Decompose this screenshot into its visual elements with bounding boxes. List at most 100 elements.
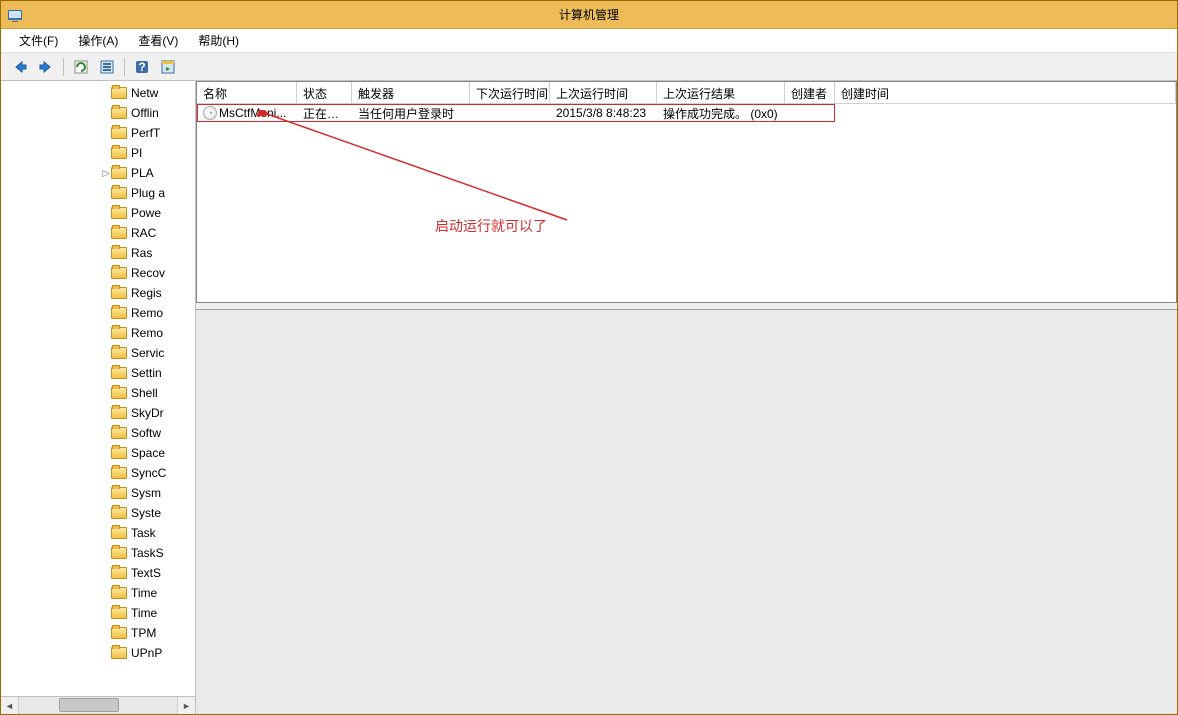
task-row[interactable]: ◔ MsCtfMoni... 正在运行 当任何用户登录时 2015/3/8 8:… — [197, 104, 835, 122]
refresh-button[interactable] — [70, 56, 92, 78]
tree-item[interactable]: Settin — [1, 363, 195, 383]
folder-icon — [111, 587, 127, 599]
folder-icon — [111, 107, 127, 119]
tree-item-label: Sysm — [131, 486, 161, 500]
tree-item-label: SkyDr — [131, 406, 164, 420]
tree-item-label: Remo — [131, 306, 163, 320]
tree-item[interactable]: Syste — [1, 503, 195, 523]
tree-item[interactable]: Remo — [1, 323, 195, 343]
annotation-arrow — [257, 110, 577, 230]
menu-help[interactable]: 帮助(H) — [190, 30, 247, 51]
col-created[interactable]: 创建时间 — [835, 82, 1176, 103]
folder-icon — [111, 567, 127, 579]
tree-item-label: Ras — [131, 246, 152, 260]
folder-tree[interactable]: Netw Offlin PerfTPI ▷ PLA Plug a Powe RAC Ras Rec… — [1, 81, 195, 696]
menu-action[interactable]: 操作(A) — [70, 30, 126, 51]
folder-icon — [111, 607, 127, 619]
scroll-thumb[interactable] — [59, 698, 119, 712]
tree-item[interactable]: SkyDr — [1, 403, 195, 423]
col-status[interactable]: 状态 — [297, 82, 352, 103]
app-window: 计算机管理 文件(F) 操作(A) 查看(V) 帮助(H) ? — [0, 0, 1178, 715]
folder-icon — [111, 367, 127, 379]
menu-view[interactable]: 查看(V) — [130, 30, 186, 51]
tree-item[interactable]: Task — [1, 523, 195, 543]
folder-icon — [111, 387, 127, 399]
properties-button[interactable] — [96, 56, 118, 78]
tree-item[interactable]: Regis — [1, 283, 195, 303]
tree-item-label: Softw — [131, 426, 161, 440]
tree-item-label: Netw — [131, 86, 158, 100]
tree-item-label: Task — [131, 526, 156, 540]
cell-status: 正在运行 — [297, 105, 352, 122]
folder-icon — [111, 407, 127, 419]
list-body: ◔ MsCtfMoni... 正在运行 当任何用户登录时 2015/3/8 8:… — [197, 104, 1176, 302]
col-last-result[interactable]: 上次运行结果 — [657, 82, 785, 103]
col-next-run[interactable]: 下次运行时间 — [470, 82, 550, 103]
folder-icon — [111, 147, 127, 159]
menubar: 文件(F) 操作(A) 查看(V) 帮助(H) — [1, 29, 1177, 53]
tree-item[interactable]: Remo — [1, 303, 195, 323]
scroll-track[interactable] — [19, 697, 177, 714]
folder-icon — [111, 647, 127, 659]
scroll-right-icon[interactable]: ► — [177, 697, 195, 714]
folder-icon — [111, 527, 127, 539]
folder-icon — [111, 187, 127, 199]
tree-item[interactable]: Time — [1, 603, 195, 623]
tree-item[interactable]: TPM — [1, 623, 195, 643]
tree-item[interactable]: Servic — [1, 343, 195, 363]
col-name[interactable]: 名称 — [197, 82, 297, 103]
toolbar-sep-1 — [63, 58, 64, 76]
scroll-left-icon[interactable]: ◄ — [1, 697, 19, 714]
tree-item[interactable]: RAC — [1, 223, 195, 243]
tree-item[interactable]: UPnP — [1, 643, 195, 663]
tree-item[interactable]: Powe — [1, 203, 195, 223]
tree-item-label: Offlin — [131, 106, 159, 120]
tree-item-label: UPnP — [131, 646, 162, 660]
folder-icon — [111, 467, 127, 479]
task-name-text: MsCtfMoni... — [219, 106, 286, 120]
tree-item-label: Plug a — [131, 186, 165, 200]
folder-icon — [111, 307, 127, 319]
tree-item[interactable]: Netw — [1, 83, 195, 103]
tree-item[interactable]: Sysm — [1, 483, 195, 503]
tree-item-label: Shell — [131, 386, 158, 400]
cell-triggers: 当任何用户登录时 — [352, 105, 550, 122]
cell-last-run: 2015/3/8 8:48:23 — [550, 106, 657, 120]
tree-item-label: SyncC — [131, 466, 166, 480]
tree-item-label: Powe — [131, 206, 161, 220]
back-button[interactable] — [9, 56, 31, 78]
tree-item[interactable]: Time — [1, 583, 195, 603]
folder-icon — [111, 167, 127, 179]
tree-item-label: Recov — [131, 266, 165, 280]
tree-item[interactable]: Recov — [1, 263, 195, 283]
menu-file[interactable]: 文件(F) — [11, 30, 66, 51]
tree-item[interactable]: ▷ PLA — [1, 163, 195, 183]
tree-item-label: Regis — [131, 286, 162, 300]
col-last-run[interactable]: 上次运行时间 — [550, 82, 657, 103]
col-triggers[interactable]: 触发器 — [352, 82, 470, 103]
tree-item[interactable]: TaskS — [1, 543, 195, 563]
tree-item-label: PLA — [131, 166, 154, 180]
help-button[interactable]: ? — [131, 56, 153, 78]
action-pane-button[interactable] — [157, 56, 179, 78]
forward-button[interactable] — [35, 56, 57, 78]
toolbar-sep-2 — [124, 58, 125, 76]
folder-icon — [111, 347, 127, 359]
tree-item[interactable]: PerfT — [1, 123, 195, 143]
tree-item[interactable]: Softw — [1, 423, 195, 443]
tree-item[interactable]: Offlin — [1, 103, 195, 123]
tree-item[interactable]: Shell — [1, 383, 195, 403]
tree-item[interactable]: Space — [1, 443, 195, 463]
folder-icon — [111, 427, 127, 439]
tree-item[interactable]: TextS — [1, 563, 195, 583]
tree-item-label: Settin — [131, 366, 162, 380]
expander-icon[interactable]: ▷ — [101, 168, 111, 179]
tree-item[interactable]: Plug a — [1, 183, 195, 203]
annotation-text: 启动运行就可以了 — [435, 216, 547, 236]
col-author[interactable]: 创建者 — [785, 82, 835, 103]
sidebar-hscroll[interactable]: ◄ ► — [1, 696, 195, 714]
tree-item[interactable]: PI — [1, 143, 195, 163]
tree-item[interactable]: Ras — [1, 243, 195, 263]
tree-item[interactable]: SyncC — [1, 463, 195, 483]
folder-icon — [111, 207, 127, 219]
